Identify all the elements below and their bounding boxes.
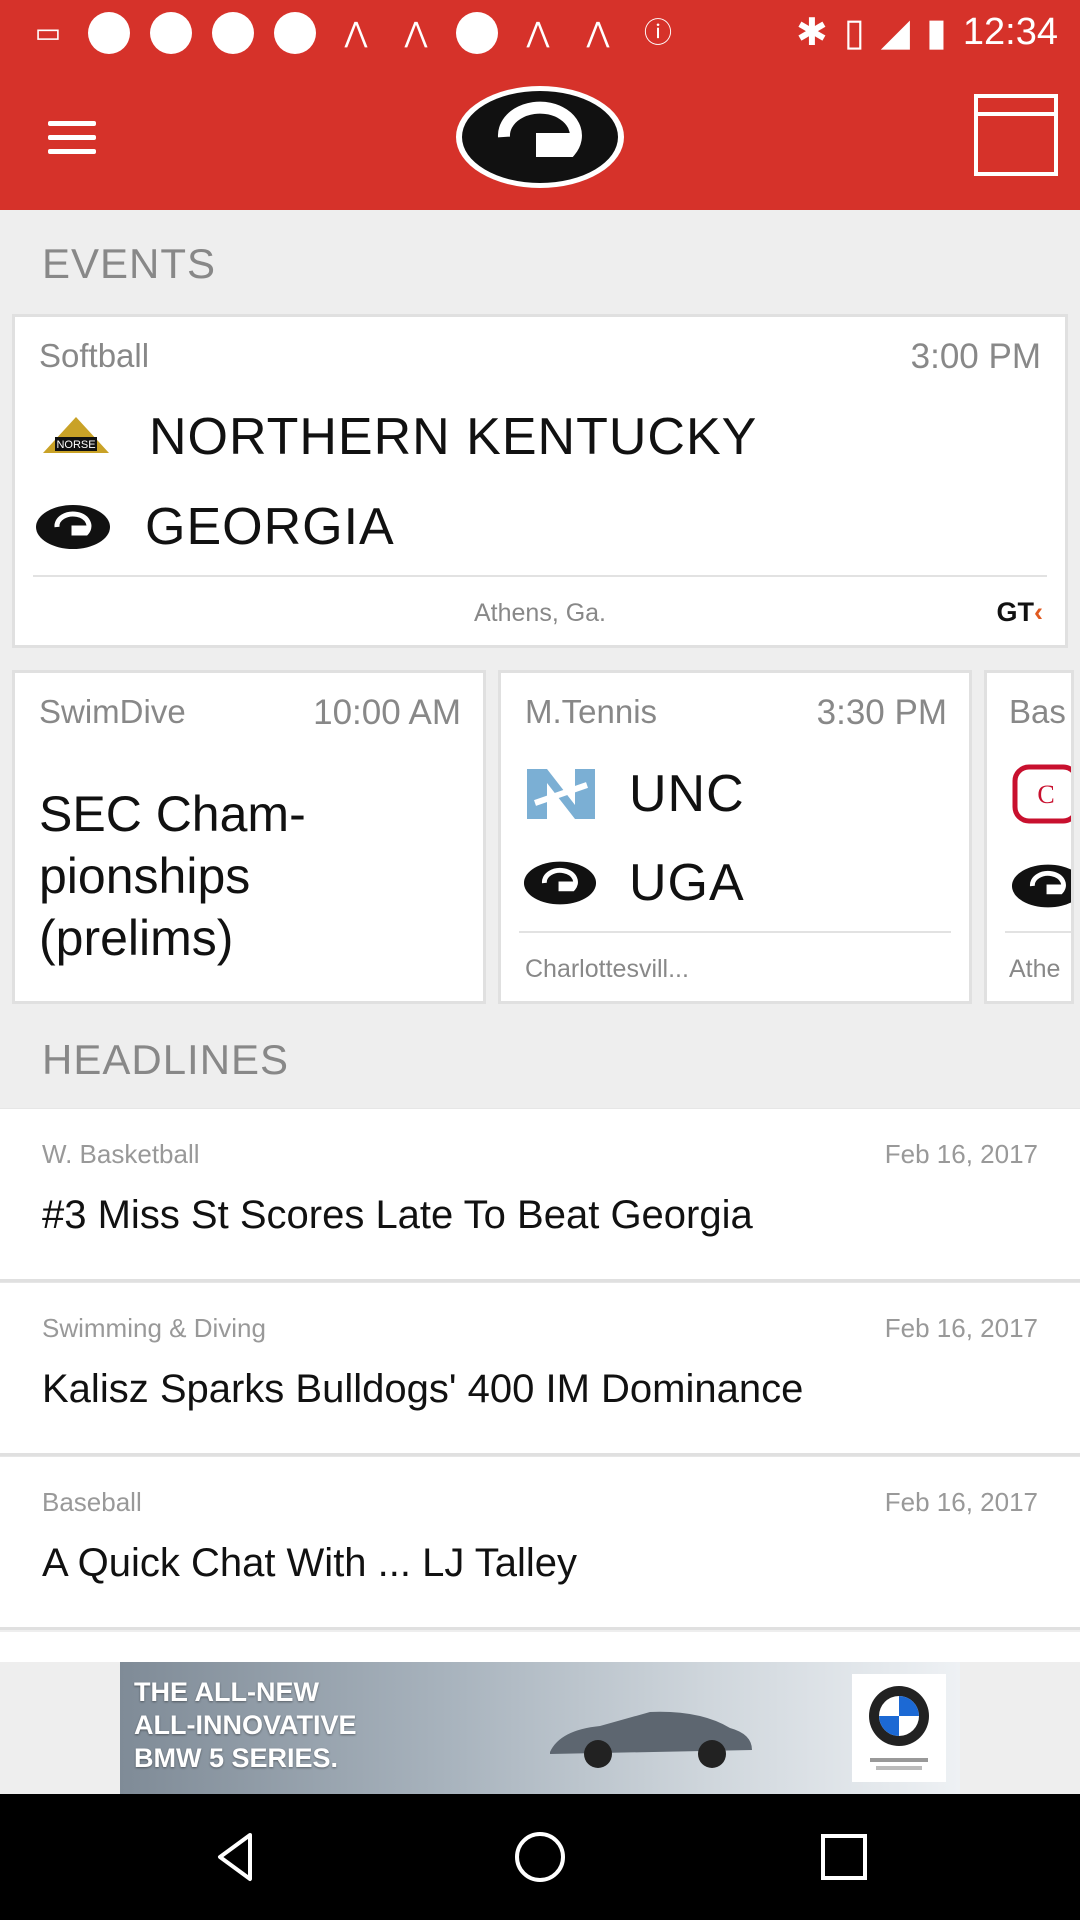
- notification-icon: [88, 12, 130, 54]
- georgia-logo[interactable]: [454, 84, 626, 190]
- event-sport: M.Tennis: [525, 693, 658, 730]
- hamburger-icon[interactable]: [42, 112, 102, 162]
- event-sport: Softball: [39, 337, 150, 374]
- event-title: SEC Cham- pionships (prelims): [39, 786, 306, 966]
- event-location: Charlottesvill...: [525, 955, 689, 983]
- away-team-row: NORSE NORTHERN KENTUCKY: [35, 407, 757, 467]
- alert-icon: ⓘ: [643, 17, 672, 48]
- card-divider: [33, 575, 1047, 577]
- event-sport: Bas: [1009, 693, 1066, 730]
- svg-text:C: C: [1037, 780, 1054, 809]
- headline-item[interactable]: Baseball Feb 16, 2017 A Quick Chat With …: [0, 1456, 1080, 1630]
- home-team-row: UGA: [523, 853, 745, 913]
- notification-icon: ⋀: [586, 17, 610, 48]
- notification-icon: ⋀: [526, 17, 550, 48]
- home-icon[interactable]: [510, 1827, 570, 1887]
- app-bar: [0, 64, 1080, 210]
- status-bar: ▭ ⋀ ⋀ ⋀ ⋀ ⓘ ✱ ▯ ◢ ▮ 12:34: [0, 0, 1080, 64]
- home-team-name: UGA: [629, 854, 745, 912]
- battery-icon: ▮: [925, 12, 947, 54]
- away-team-name: UNC: [629, 765, 745, 823]
- event-location: Athens, Ga.: [473, 599, 607, 627]
- signal-icon: ◢: [880, 12, 910, 54]
- charleston-logo-icon: C: [1012, 764, 1071, 824]
- notification-icon: [274, 12, 316, 54]
- unc-logo-icon: [527, 769, 595, 819]
- event-time: 10:00 AM: [313, 693, 461, 732]
- home-team-row: GEORGIA: [35, 497, 395, 557]
- event-card-partial[interactable]: Bas C Athe: [984, 670, 1074, 1004]
- georgia-g-icon: [523, 861, 597, 905]
- system-icons: ✱ ▯ ◢ ▮ 12:34: [796, 10, 1058, 55]
- headline-item[interactable]: W. Basketball Feb 16, 2017 #3 Miss St Sc…: [0, 1108, 1080, 1282]
- headline-date: Feb 16, 2017: [884, 1313, 1038, 1343]
- card-divider: [1005, 931, 1071, 933]
- notification-icon: [150, 12, 192, 54]
- recents-icon[interactable]: [814, 1827, 874, 1887]
- headline-category: Baseball: [42, 1487, 142, 1517]
- svg-text:NORSE: NORSE: [56, 439, 95, 451]
- headline-item-partial[interactable]: [0, 1632, 1080, 1662]
- notification-icons: ▭ ⋀ ⋀ ⋀ ⋀ ⓘ: [28, 12, 678, 54]
- nku-norse-logo-icon: NORSE: [43, 417, 109, 453]
- home-team-name: GEORGIA: [145, 498, 395, 556]
- headline-category: W. Basketball: [42, 1139, 200, 1169]
- system-nav-bar: [0, 1794, 1080, 1920]
- ad-text: THE ALL-NEW ALL-INNOVATIVE BMW 5 SERIES.: [134, 1677, 357, 1773]
- headline-item[interactable]: Swimming & Diving Feb 16, 2017 Kalisz Sp…: [0, 1282, 1080, 1456]
- featured-event-card[interactable]: Softball 3:00 PM NORSE NORTHERN KENTUCKY…: [12, 314, 1068, 648]
- georgia-g-icon: [36, 505, 110, 549]
- headline-title: Kalisz Sparks Bulldogs' 400 IM Dominance: [42, 1367, 804, 1411]
- away-team-name: NORTHERN KENTUCKY: [149, 408, 758, 466]
- back-icon[interactable]: [206, 1827, 266, 1887]
- bluetooth-icon: ✱: [795, 12, 828, 54]
- bmw-logo-icon: [852, 1674, 946, 1782]
- vibrate-icon: ▯: [843, 12, 865, 54]
- event-sport: SwimDive: [39, 693, 186, 730]
- headline-category: Swimming & Diving: [42, 1313, 266, 1343]
- headline-date: Feb 16, 2017: [884, 1487, 1038, 1517]
- events-title: EVENTS: [42, 240, 217, 287]
- headline-date: Feb 16, 2017: [884, 1139, 1038, 1169]
- event-time: 3:00 PM: [910, 337, 1041, 376]
- headlines-list: W. Basketball Feb 16, 2017 #3 Miss St Sc…: [0, 1108, 1080, 1630]
- notification-icon: [212, 12, 254, 54]
- event-time: 3:30 PM: [816, 693, 947, 732]
- notification-icon: [456, 12, 498, 54]
- calendar-icon[interactable]: [974, 94, 1058, 176]
- notification-icon: ⋀: [344, 17, 368, 48]
- headline-title: A Quick Chat With ... LJ Talley: [42, 1541, 578, 1585]
- away-team-row: UNC: [521, 763, 745, 825]
- notification-icon: ⋀: [404, 17, 428, 48]
- car-image: [550, 1711, 752, 1768]
- event-location: Athe: [1009, 955, 1061, 983]
- ad-banner[interactable]: THE ALL-NEW ALL-INNOVATIVE BMW 5 SERIES.: [120, 1662, 960, 1794]
- card-divider: [519, 931, 951, 933]
- event-card-mtennis[interactable]: M.Tennis 3:30 PM UNC UGA Charlottesvill.…: [498, 670, 972, 1004]
- broadcaster-logo: GT‹: [996, 597, 1044, 627]
- event-card-swimdive[interactable]: SwimDive 10:00 AM SEC Cham- pionships (p…: [12, 670, 486, 1004]
- georgia-g-icon: [1011, 864, 1071, 908]
- message-icon: ▭: [34, 17, 62, 48]
- status-time: 12:34: [962, 11, 1058, 53]
- headlines-title: HEADLINES: [42, 1036, 290, 1083]
- headline-title: #3 Miss St Scores Late To Beat Georgia: [42, 1193, 753, 1237]
